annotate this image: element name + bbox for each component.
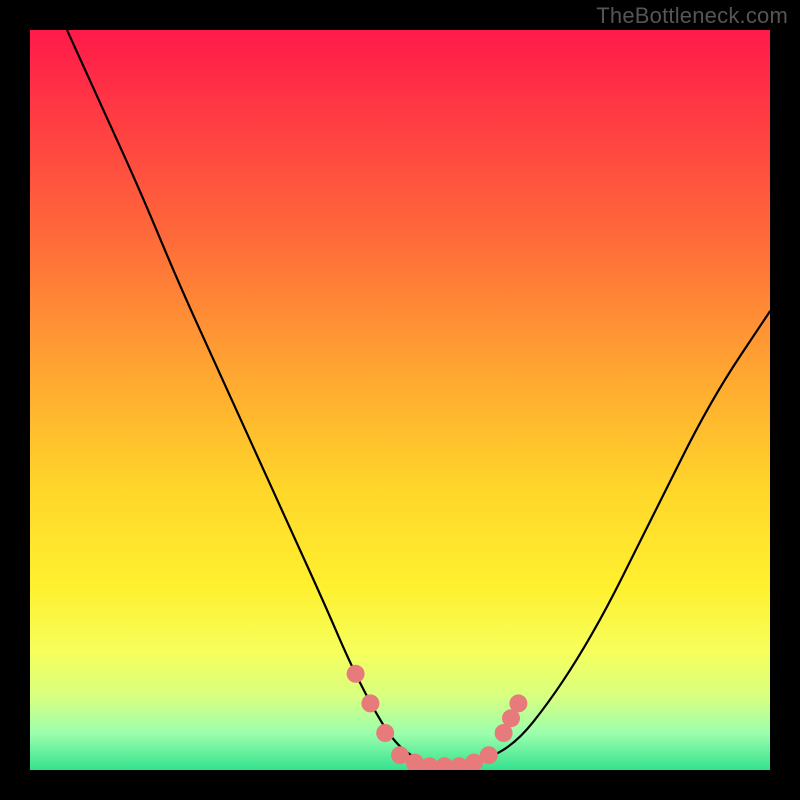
chart-svg [30,30,770,770]
watermark-text: TheBottleneck.com [596,3,788,29]
curve-marker [376,724,394,742]
gradient-plot [30,30,770,770]
chart-frame: TheBottleneck.com [0,0,800,800]
plot-background [30,30,770,770]
curve-marker [509,694,527,712]
curve-marker [361,694,379,712]
curve-marker [480,746,498,764]
curve-marker [347,665,365,683]
